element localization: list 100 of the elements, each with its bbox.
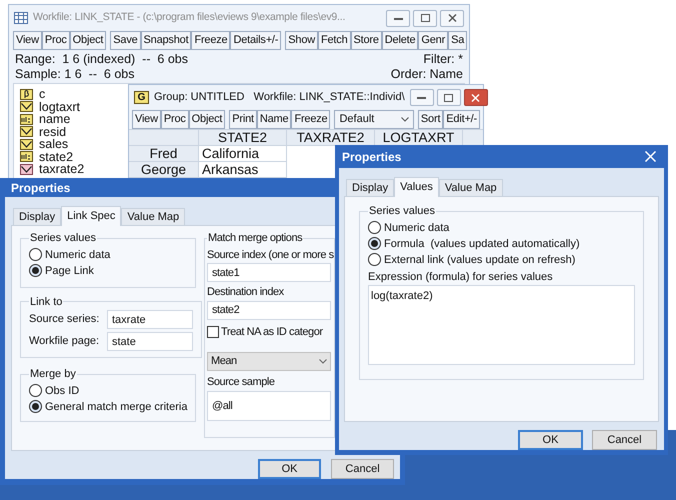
row-header: Fred [129, 146, 199, 162]
radio-label[interactable]: Formula (values updated automatically) [384, 236, 580, 252]
window-title: Workfile: LINK_STATE - (c:\program files\eviews 9\example files\ev9... [33, 10, 346, 26]
group-label: Merge by [29, 367, 77, 382]
cancel-button[interactable]: Cancel [331, 459, 394, 479]
radio-button[interactable] [29, 264, 42, 277]
object-name[interactable]: state2 [39, 150, 74, 163]
sample-text: Sample: 1 6 -- 6 obs [15, 67, 135, 82]
tab[interactable]: Display [13, 208, 62, 225]
method-dropdown[interactable]: Mean [207, 352, 331, 371]
input-field[interactable]: state [107, 332, 193, 351]
checkbox[interactable]: Treat NA as ID categor [207, 324, 334, 340]
tab[interactable]: Value Map [438, 179, 503, 196]
group-label: Link to [29, 294, 64, 310]
ok-button[interactable]: OK [258, 459, 322, 479]
cancel-button[interactable]: Cancel [592, 430, 657, 450]
minimize-icon [394, 16, 402, 20]
close-button[interactable] [440, 10, 464, 26]
toolbar-button[interactable]: Object [188, 110, 226, 129]
radio-label[interactable]: Obs ID [45, 382, 80, 398]
field-label: Source sample [207, 375, 276, 390]
toolbar-button[interactable]: Object [70, 31, 106, 50]
toolbar-button[interactable]: Genr [418, 31, 448, 50]
radio-label[interactable]: Numeric data [384, 220, 450, 236]
field-label: Workfile page: [29, 334, 100, 350]
radio-button[interactable] [29, 384, 42, 397]
maximize-button[interactable] [413, 10, 437, 26]
minimize-button[interactable] [410, 89, 434, 106]
minimize-button[interactable] [386, 10, 410, 26]
close-icon [644, 151, 656, 162]
input-field[interactable]: @all [207, 390, 331, 420]
input-field[interactable]: state2 [207, 300, 331, 320]
maximize-button[interactable] [436, 89, 461, 106]
row-header: George [129, 162, 199, 178]
tab[interactable]: Value Map [121, 208, 186, 225]
coefficient-icon [20, 88, 33, 100]
toolbar-button[interactable]: Store [350, 31, 382, 50]
range-text: Range: 1 6 (indexed) -- 6 obs [15, 52, 188, 67]
input-field[interactable]: state1 [207, 263, 331, 282]
radio-label[interactable]: Numeric data [45, 246, 110, 262]
object-name[interactable]: logtaxrt [39, 100, 80, 113]
toolbar-button[interactable]: Fetch [318, 31, 350, 50]
column-header: STATE2 [199, 130, 287, 146]
toolbar-button[interactable]: View [13, 31, 42, 50]
toolbar-button[interactable]: Details+/- [230, 31, 282, 50]
close-icon [471, 94, 480, 102]
dialog-title: Properties [342, 148, 402, 166]
series-icon [20, 101, 33, 112]
object-name[interactable]: sales [39, 138, 68, 150]
filter-text: Filter: * [423, 52, 463, 67]
close-icon [448, 14, 456, 22]
toolbar-button[interactable]: Delete [382, 31, 418, 50]
group-label: Series values [368, 204, 436, 219]
toolbar-button[interactable]: Snapshot [140, 31, 192, 50]
radio-button[interactable] [29, 400, 42, 413]
group-icon: G [134, 91, 149, 104]
toolbar-button[interactable]: Save [110, 31, 141, 50]
table-cell[interactable]: California [199, 146, 287, 162]
view-dropdown[interactable]: Default [334, 110, 414, 129]
toolbar-button[interactable]: Print [229, 110, 257, 129]
toolbar-button[interactable]: Sort [418, 110, 444, 129]
field-label: Source series: [29, 312, 100, 328]
toolbar-button[interactable]: Edit+/- [443, 110, 480, 129]
tab[interactable]: Display [346, 179, 394, 196]
order-text: Order: Name [390, 67, 463, 82]
group-label: Match merge options [207, 231, 304, 246]
object-name[interactable]: resid [39, 126, 66, 138]
maximize-icon [444, 94, 454, 102]
object-name[interactable]: c [39, 88, 46, 100]
toolbar-button[interactable]: Sa [448, 31, 468, 50]
ok-button[interactable]: OK [518, 430, 583, 450]
toolbar-button[interactable]: Name [256, 110, 292, 129]
radio-button[interactable] [368, 221, 381, 234]
object-name[interactable]: taxrate2 [39, 163, 84, 176]
toolbar-button[interactable]: Show [285, 31, 318, 50]
radio-button[interactable] [368, 237, 381, 250]
input-field[interactable]: taxrate [107, 310, 193, 329]
maximize-icon [420, 14, 430, 22]
tab[interactable]: Values [394, 177, 439, 197]
toolbar-button[interactable]: Proc [160, 110, 189, 129]
toolbar-button[interactable]: Freeze [291, 110, 330, 129]
grid-icon [14, 12, 28, 24]
expression-field[interactable]: log(taxrate2) [368, 285, 635, 365]
radio-label[interactable]: Page Link [45, 262, 94, 278]
radio-button[interactable] [29, 248, 42, 261]
radio-label[interactable]: External link (values update on refresh) [384, 252, 576, 268]
radio-button[interactable] [368, 253, 381, 266]
tab[interactable]: Link Spec [61, 206, 122, 226]
toolbar-button[interactable]: View [132, 110, 161, 129]
field-label: Destination index [207, 285, 285, 300]
field-label: Expression (formula) for series values [368, 270, 554, 284]
radio-label[interactable]: General match merge criteria [45, 398, 188, 414]
toolbar-button[interactable]: Freeze [191, 31, 230, 50]
chevron-down-icon [400, 117, 409, 122]
minimize-icon [417, 96, 426, 99]
object-name[interactable]: name [39, 113, 70, 126]
close-button[interactable] [464, 89, 488, 106]
toolbar-button[interactable]: Proc [42, 31, 70, 50]
window-title: Group: UNTITLED Workfile: LINK_STATE::Individ\ [154, 90, 405, 106]
group-label: Series values [29, 231, 98, 246]
